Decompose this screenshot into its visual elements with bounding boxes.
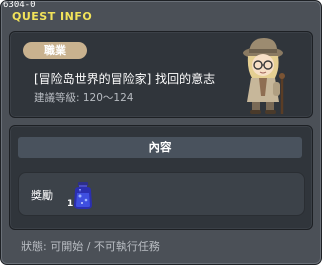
quest-info-window: 6304-0 QUEST INFO 職業 [冒险岛世界的冒险家] 找回的意志 建… xyxy=(0,0,322,265)
quest-status: 狀態: 可開始 / 不可執行任務 xyxy=(21,240,160,253)
recommended-level: 建議等級: 120～124 xyxy=(34,92,134,104)
reward-item[interactable]: 1 xyxy=(67,179,99,211)
explorer-npc-portrait-icon xyxy=(243,38,285,114)
job-badge: 職業 xyxy=(23,42,87,59)
quest-summary-panel: 職業 [冒险岛世界的冒险家] 找回的意志 建議等級: 120～124 xyxy=(9,31,313,118)
reward-label: 獎勵 xyxy=(31,189,53,202)
reward-box: 獎勵 1 xyxy=(18,172,305,216)
window-title: QUEST INFO xyxy=(12,10,93,23)
quest-name: [冒险岛世界的冒险家] 找回的意志 xyxy=(34,72,216,86)
reward-item-quantity: 1 xyxy=(67,199,74,209)
content-header: 內容 xyxy=(18,137,302,158)
quest-content-panel: 內容 獎勵 1 xyxy=(9,125,313,230)
quest-id-label: 6304-0 xyxy=(3,0,36,10)
